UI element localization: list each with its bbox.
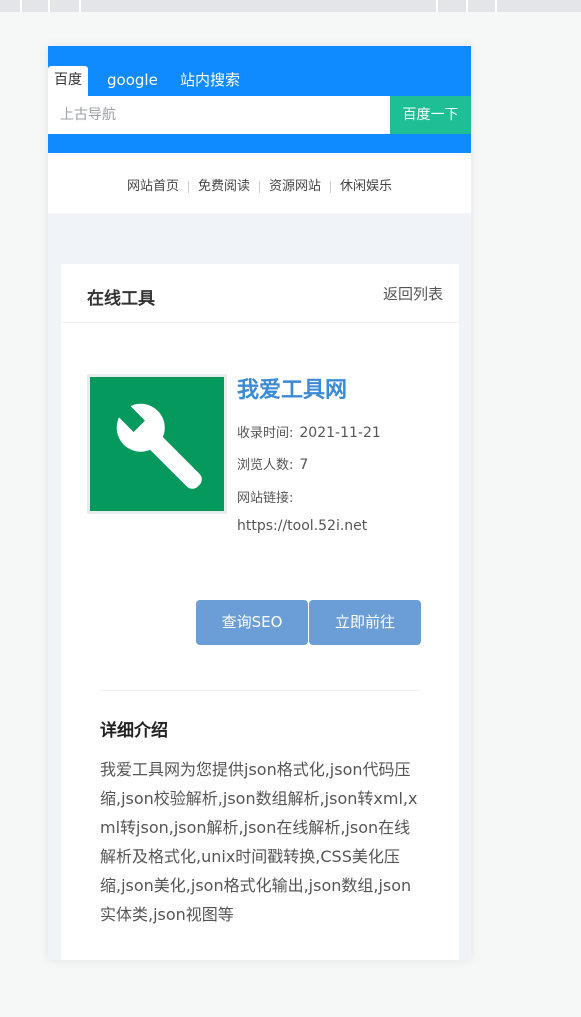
site-logo [87,374,227,514]
tab-google[interactable]: google [107,66,158,96]
site-link-label: 网站链接: [237,491,294,506]
recorded-time-label: 收录时间: [237,426,294,441]
card-header: 在线工具 返回列表 [61,264,459,323]
search-button[interactable]: 百度一下 [390,96,471,134]
nav-leisure-link[interactable]: 休闲娱乐 [340,179,392,194]
card-title: 在线工具 [87,289,155,309]
wrench-icon [112,399,202,489]
top-nav: 网站首页 免费阅读 资源网站 休闲娱乐 [48,153,471,213]
nav-home-link[interactable]: 网站首页 [127,179,179,194]
nav-separator [330,180,332,193]
search-header: 百度 google 站内搜索 百度一下 [48,46,471,153]
search-input[interactable] [48,96,390,134]
query-seo-button[interactable]: 查询SEO [196,600,308,645]
tab-site-search[interactable]: 站内搜索 [180,66,240,96]
visit-now-button[interactable]: 立即前往 [309,600,421,645]
view-count-value: 7 [299,457,309,473]
tab-baidu[interactable]: 百度 [48,66,88,96]
site-name[interactable]: 我爱工具网 [237,372,347,404]
site-detail-card: 在线工具 返回列表 我爱工具网 收录时间: 2021-11-21 浏览人数: 7 网… [61,264,459,960]
recorded-time-value: 2021-11-21 [299,425,381,441]
back-to-list-link[interactable]: 返回列表 [383,283,443,304]
view-count-label: 浏览人数: [237,458,294,473]
browser-tab-strip [0,0,581,12]
nav-separator [259,180,260,193]
nav-resources-link[interactable]: 资源网站 [269,179,321,194]
mobile-page: 百度 google 站内搜索 百度一下 网站首页 免费阅读 资源网站 休闲娱乐 在线工… [48,46,471,960]
site-url[interactable]: https://tool.52i.net [237,518,367,534]
view-count: 浏览人数: 7 [237,454,308,473]
nav-free-reading-link[interactable]: 免费阅读 [198,179,250,194]
recorded-time: 收录时间: 2021-11-21 [237,422,381,441]
detail-text: 我爱工具网为您提供json格式化,json代码压缩,json校验解析,json数… [100,760,418,924]
nav-separator [187,180,189,193]
detail-title: 详细介绍 [100,721,168,741]
divider [100,690,420,691]
